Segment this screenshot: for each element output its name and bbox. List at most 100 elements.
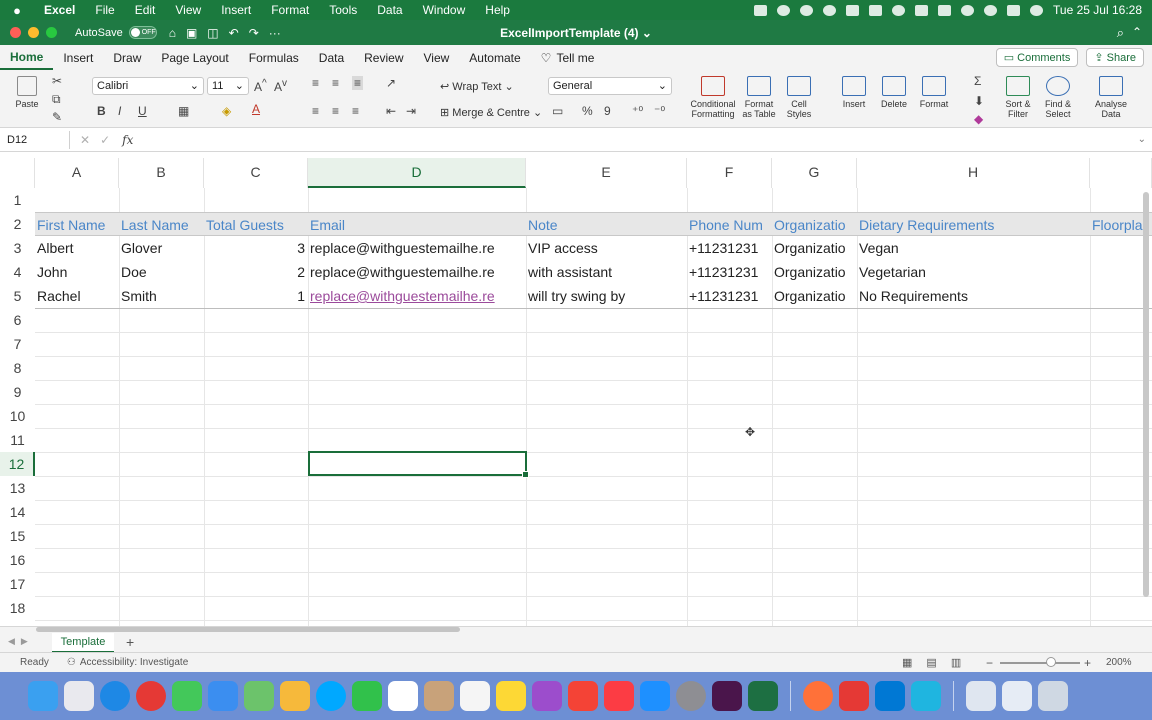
menu-excel[interactable]: Excel [34,3,85,17]
cell-g4[interactable]: Organizatio [772,260,857,284]
tab-formulas[interactable]: Formulas [239,51,309,65]
maps-icon[interactable] [244,681,274,711]
home-icon[interactable]: ⌂ [169,26,176,40]
circle-tray-icon[interactable] [823,4,837,16]
search-icon[interactable]: ⌕ [1117,25,1124,41]
page-break-view-icon[interactable]: ▥ [951,656,961,669]
cell-a3[interactable]: Albert [35,236,119,260]
redo-icon[interactable]: ↷ [249,26,259,40]
cell-c5[interactable]: 1 [204,284,308,308]
downloads-icon[interactable] [1002,681,1032,711]
firefox-icon[interactable] [803,681,833,711]
row-header-9[interactable]: 9 [0,380,35,404]
tab-insert[interactable]: Insert [53,51,103,65]
sort-filter-button[interactable]: Sort & Filter [998,76,1038,119]
column-header-a[interactable]: A [35,158,119,188]
battery-icon[interactable] [938,4,952,16]
menu-tools[interactable]: Tools [319,3,367,17]
stop-icon[interactable] [869,4,883,16]
selected-cell-d12[interactable] [308,451,529,478]
row-header-11[interactable]: 11 [0,428,35,452]
bluetooth-icon[interactable] [915,4,929,16]
skype-icon[interactable] [316,681,346,711]
column-header-e[interactable]: E [526,158,687,188]
trash-icon[interactable] [1038,681,1068,711]
row-header-13[interactable]: 13 [0,476,35,500]
cell-h2[interactable]: Dietary Requirements [857,212,1090,236]
cell-g5[interactable]: Organizatio [772,284,857,308]
align-left-icon[interactable]: ≡ [312,104,319,118]
autosave-control[interactable]: AutoSave OFF [75,26,157,39]
more-icon[interactable]: ··· [269,26,281,40]
minimize-window-icon[interactable] [28,27,39,38]
menu-insert[interactable]: Insert [211,3,261,17]
percent-button[interactable]: % [582,104,593,118]
acrobat-icon[interactable] [839,681,869,711]
align-right-icon[interactable]: ≡ [352,104,359,118]
analyse-data-button[interactable]: Analyse Data [1090,76,1132,119]
cell-b3[interactable]: Glover [119,236,204,260]
tell-me[interactable]: ♡ Tell me [531,51,605,65]
mail-icon[interactable] [208,681,238,711]
calendar-icon[interactable] [388,681,418,711]
column-header-h[interactable]: H [857,158,1090,188]
expand-formula-icon[interactable]: ⌄ [1138,134,1146,145]
italic-button[interactable]: I [118,104,121,118]
menu-data[interactable]: Data [367,3,412,17]
menu-format[interactable]: Format [261,3,319,17]
zoom-window-icon[interactable] [46,27,57,38]
fill-color-icon[interactable]: ◈ [222,104,231,118]
align-middle-icon[interactable]: ≡ [332,76,339,90]
delete-cells-button[interactable]: Delete [876,76,912,109]
notes-icon[interactable] [496,681,526,711]
menu-file[interactable]: File [85,3,124,17]
cell-f2[interactable]: Phone Num [687,212,772,236]
podcasts-icon[interactable] [532,681,562,711]
launchpad-icon[interactable] [64,681,94,711]
messages-icon[interactable] [172,681,202,711]
select-all-corner[interactable] [0,158,35,188]
increase-decimal-icon[interactable]: ⁺⁰ [632,104,643,118]
cell-f5[interactable]: +11231231 [687,284,772,308]
slack-icon[interactable] [712,681,742,711]
tab-home[interactable]: Home [0,45,54,70]
merge-centre-button[interactable]: ⊞ Merge & Centre ⌄ [440,106,542,119]
font-color-icon[interactable]: A [252,102,260,116]
bold-button[interactable]: B [97,104,106,118]
menu-window[interactable]: Window [413,3,476,17]
chrome-icon[interactable] [136,681,166,711]
decrease-decimal-icon[interactable]: ⁻⁰ [654,104,665,118]
save-icon[interactable]: ▣ [186,26,197,40]
function-icon[interactable]: fx [122,133,133,147]
cell-d2[interactable]: Email [308,212,526,236]
conditional-formatting-button[interactable]: Conditional Formatting [688,76,738,119]
tab-draw[interactable]: Draw [103,51,151,65]
app-store-icon[interactable] [640,681,670,711]
cell-a2[interactable]: First Name [35,212,119,236]
row-header-2[interactable]: 2 [0,212,35,236]
cell-b5[interactable]: Smith [119,284,204,308]
cut-icon[interactable]: ✂ [52,74,62,88]
cell-a4[interactable]: John [35,260,119,284]
cell-e3[interactable]: VIP access [526,236,687,260]
row-header-6[interactable]: 6 [0,308,35,332]
font-size-select[interactable]: 11 ⌄ [207,77,249,95]
cell-g2[interactable]: Organizatio [772,212,857,236]
tab-data[interactable]: Data [309,51,354,65]
testflight-icon[interactable] [911,681,941,711]
cell-a5[interactable]: Rachel [35,284,119,308]
row-header-10[interactable]: 10 [0,404,35,428]
column-header-i[interactable] [1090,158,1152,188]
format-painter-icon[interactable]: ✎ [52,110,62,124]
siri-icon[interactable] [1030,4,1044,16]
zoom-slider-handle[interactable] [1046,657,1056,667]
underline-button[interactable]: U [138,104,147,118]
vpn-icon[interactable] [846,4,860,16]
currency-icon[interactable]: ▭ [552,104,563,118]
control-center-icon[interactable] [1007,4,1021,16]
close-window-icon[interactable] [10,27,21,38]
excel-icon[interactable] [748,681,778,711]
skype-for-business-icon[interactable] [875,681,905,711]
cell-b4[interactable]: Doe [119,260,204,284]
menu-edit[interactable]: Edit [125,3,166,17]
